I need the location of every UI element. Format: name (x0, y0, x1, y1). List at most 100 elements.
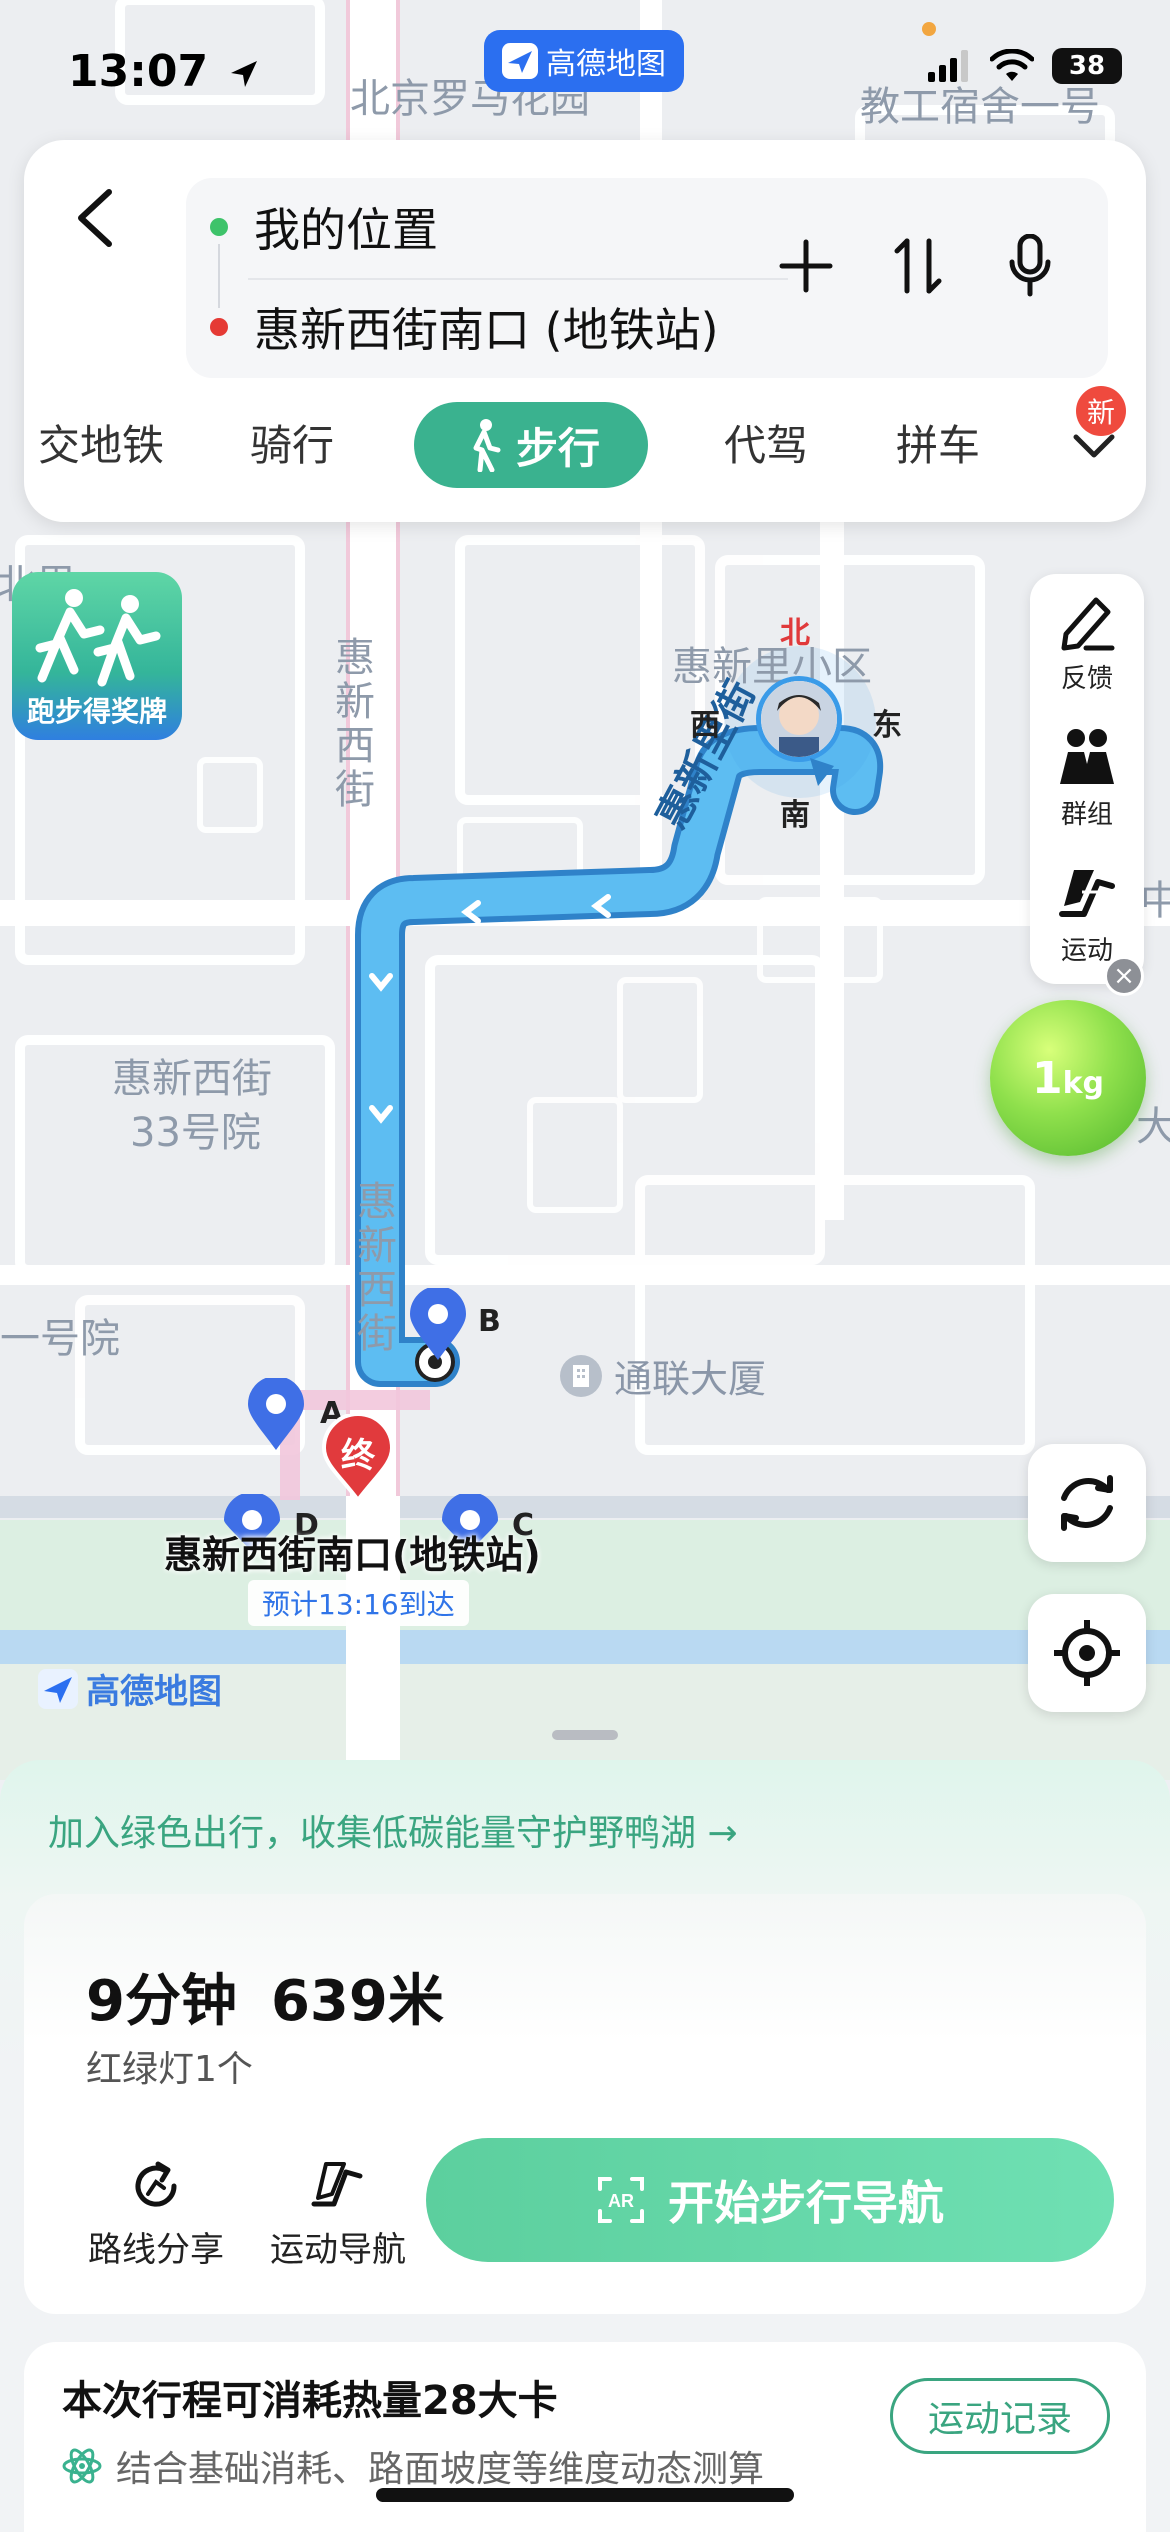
back-chevron-icon (78, 189, 112, 247)
pin-b[interactable]: B (408, 1286, 501, 1366)
calorie-subtitle: 结合基础消耗、路面坡度等维度动态测算 (62, 2440, 764, 2492)
summary-actions: 路线分享 运动导航 AR 开始步行导航 (24, 2134, 1146, 2274)
poi-tonglian[interactable]: 通联大厦 (558, 1348, 766, 1403)
svg-text:AR: AR (608, 2191, 634, 2211)
runners-icon (35, 589, 161, 687)
feedback-pen-icon (1061, 597, 1115, 650)
promo-text: 跑步得奖牌 (26, 695, 167, 728)
locate-me-button[interactable] (1028, 1594, 1146, 1712)
plus-icon (779, 239, 833, 293)
tools-close-button[interactable]: × (1104, 956, 1144, 996)
start-walk-navigation-button[interactable]: AR 开始步行导航 (426, 2138, 1114, 2262)
compass-east: 东 (872, 708, 902, 743)
feedback-label: 反馈 (1060, 663, 1113, 694)
end-marker-label: 终 (341, 1436, 375, 1476)
home-indicator[interactable] (376, 2488, 794, 2502)
route-summary-card: 9分钟 639米 红绿灯1个 路线分享 运动导航 AR 开始步行导航 (24, 1894, 1146, 2314)
map-label-33-line1: 惠新西街 (112, 1056, 272, 1102)
start-walk-navigation-label: 开始步行导航 (668, 2176, 944, 2230)
destination-dot (210, 318, 228, 336)
sport-shoe-icon (311, 2162, 363, 2207)
user-location-avatar[interactable] (756, 676, 842, 762)
heading-arrow-icon (810, 758, 834, 786)
route-share-button[interactable]: 路线分享 (76, 2158, 236, 2271)
route-card: 我的位置 惠新西街南口 (地铁站) 交地铁 骑行 步行 代驾 拼车 新 (24, 140, 1146, 522)
running-medal-promo[interactable]: 跑步得奖牌 (12, 572, 182, 740)
map-label-huixin-xiaoqu: 惠新里小区 (672, 644, 872, 690)
calorie-title: 本次行程可消耗热量28大卡 (62, 2378, 558, 2424)
swap-button[interactable] (886, 226, 950, 306)
share-icon (135, 2161, 177, 2207)
amap-badge-text: 高德地图 (546, 47, 666, 82)
battery-level: 38 (1068, 51, 1106, 81)
refresh-route-button[interactable] (1028, 1444, 1146, 1562)
pin-a-icon (248, 1376, 304, 1450)
origin-dot (210, 218, 228, 236)
route-share-label: 路线分享 (88, 2230, 224, 2270)
route-distance: 639米 (270, 1969, 444, 2034)
ar-icon: AR (598, 2177, 644, 2223)
calorie-card: 本次行程可消耗热量28大卡 结合基础消耗、路面坡度等维度动态测算 运动记录 (24, 2342, 1146, 2532)
tab-bike[interactable]: 骑行 (250, 412, 334, 473)
new-badge: 新 (1076, 386, 1126, 436)
compass-west: 西 (690, 708, 720, 743)
atom-icon (62, 2448, 102, 2484)
green-travel-banner[interactable]: 加入绿色出行，收集低碳能量守护野鸭湖 → (48, 1804, 738, 1856)
pin-b-label: B (478, 1304, 501, 1339)
route-bottom-sheet: 加入绿色出行，收集低碳能量守护野鸭湖 → 9分钟 639米 红绿灯1个 路线分享… (0, 1760, 1170, 2532)
sport-run-icon (1059, 869, 1115, 917)
destination-field[interactable]: 惠新西街南口 (地铁站) (210, 282, 719, 372)
energy-unit: kg (1062, 1065, 1105, 1101)
tab-transit[interactable]: 交地铁 (38, 412, 164, 473)
building-icon (560, 1354, 602, 1397)
map-label-right-zhong: 中 (1140, 878, 1170, 924)
amap-logo-icon (38, 1668, 78, 1709)
microphone-icon (1009, 234, 1051, 297)
voice-input-button[interactable] (998, 226, 1062, 306)
walking-person-icon (473, 419, 501, 472)
amap-watermark: 高德地图 (38, 1664, 222, 1713)
back-button[interactable] (60, 178, 130, 258)
energy-ball[interactable]: 1 kg (990, 1000, 1146, 1156)
tab-walk[interactable]: 步行 (414, 402, 648, 488)
origin-field[interactable]: 我的位置 (210, 182, 438, 272)
location-arrow-icon (231, 61, 258, 87)
route-duration: 9分钟 (86, 1969, 237, 2034)
locate-crosshair-icon (1054, 1620, 1120, 1686)
feedback-button[interactable]: 反馈 (1030, 574, 1144, 710)
pin-a[interactable]: A (246, 1376, 343, 1456)
more-modes-button[interactable]: 新 (1054, 386, 1134, 488)
add-waypoint-button[interactable] (774, 226, 838, 306)
sport-record-button[interactable]: 运动记录 (890, 2378, 1110, 2454)
group-label: 群组 (1060, 799, 1113, 830)
status-time-text: 13:07 (68, 46, 209, 97)
map-label-road-south: 惠新西街 (350, 1180, 396, 1356)
tab-walk-label: 步行 (515, 423, 600, 473)
end-marker[interactable]: 终 (322, 1414, 394, 1502)
tab-carpool[interactable]: 拼车 (896, 412, 980, 473)
destination-label: 惠新西街南口(地铁站) (164, 1533, 541, 1577)
inputs-divider (248, 278, 788, 280)
map-label-road-north: 惠新西街 (328, 636, 374, 812)
avatar-icon (761, 681, 837, 757)
group-button[interactable]: 群组 (1030, 710, 1144, 846)
amap-badge-icon (502, 43, 538, 79)
destination-text: 惠新西街南口 (地铁站) (254, 303, 719, 357)
sheet-drag-handle[interactable] (552, 1730, 618, 1740)
sport-navigation-button[interactable]: 运动导航 (258, 2158, 418, 2271)
travel-mode-tabs: 交地铁 骑行 步行 代驾 拼车 新 (24, 386, 1146, 498)
status-icons: 38 (928, 48, 1122, 84)
route-inputs: 我的位置 惠新西街南口 (地铁站) (186, 178, 1108, 378)
map-tools-panel: 反馈 群组 运动 (1030, 574, 1144, 984)
swap-arrows-icon (894, 238, 942, 294)
wifi-icon (990, 49, 1034, 81)
sport-label: 运动 (1060, 935, 1113, 966)
battery-icon: 38 (1052, 48, 1122, 84)
status-time: 13:07 (68, 46, 261, 97)
map-label-33-line2: 33号院 (130, 1110, 261, 1156)
tab-designated-driver[interactable]: 代驾 (724, 412, 808, 473)
calorie-subtitle-text: 结合基础消耗、路面坡度等维度动态测算 (116, 2449, 765, 2490)
amap-app-badge: 高德地图 (484, 30, 684, 92)
compass-north: 北 (780, 616, 810, 651)
compass-south: 南 (780, 798, 810, 833)
